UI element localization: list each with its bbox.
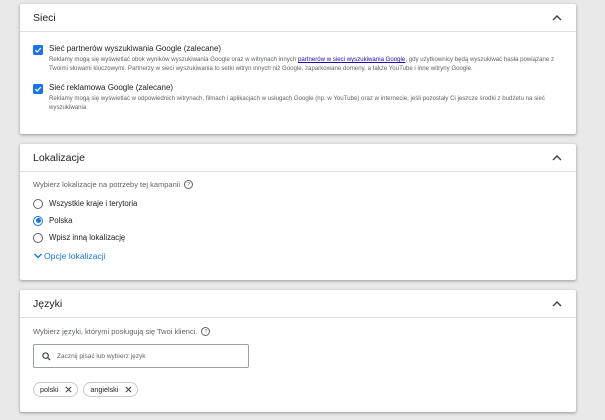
languages-header[interactable]: Języki [20,290,576,318]
networks-title: Sieci [33,11,56,24]
close-icon[interactable] [125,386,132,393]
languages-hint: Wybierz języki, którymi posługują się Tw… [33,327,563,336]
location-options-toggle[interactable]: Opcje lokalizacji [33,251,563,261]
locations-hint: Wybierz lokalizacje na potrzeby tej kamp… [33,180,563,189]
location-options-label: Opcje lokalizacji [44,251,106,261]
search-partners-link[interactable]: partnerów w sieci wyszukiwania Google [298,56,405,63]
languages-title: Języki [33,297,63,310]
search-partners-description: Reklamy mogą się wyświetlać obok wyników… [49,56,555,72]
search-icon [42,351,51,361]
locations-header[interactable]: Lokalizacje [20,144,576,172]
languages-hint-text: Wybierz języki, którymi posługują się Tw… [33,327,198,336]
chevron-down-icon [33,251,43,261]
close-icon[interactable] [65,386,72,393]
chip-label: angielski [90,385,119,394]
display-network-checkbox[interactable] [33,84,43,94]
language-chips: polski angielski [33,382,563,397]
location-option-label: Wszystkie kraje i terytoria [49,199,138,208]
display-network-label: Sieć reklamowa Google (zalecane) [49,83,174,92]
network-option-search: Sieć partnerów wyszukiwania Google (zale… [33,43,563,73]
networks-header[interactable]: Sieci [20,4,576,32]
location-option-label: Polska [49,216,73,225]
location-option-other[interactable]: Wpisz inną lokalizację [33,229,563,246]
help-icon[interactable]: ? [201,327,211,336]
language-chip-english: angielski [83,382,139,397]
networks-card: Sieci Sieć partnerów wyszukiwania Google… [20,4,576,134]
radio-all-countries[interactable] [33,198,43,209]
chevron-up-icon[interactable] [550,11,564,25]
languages-card: Języki Wybierz języki, którymi posługują… [20,290,576,412]
network-option-display: Sieć reklamowa Google (zalecane) Reklamy… [33,82,563,112]
language-search-input[interactable] [57,352,227,360]
location-option-all[interactable]: Wszystkie kraje i terytoria [33,195,563,212]
chip-label: polski [40,385,59,394]
search-partners-label: Sieć partnerów wyszukiwania Google (zale… [49,44,222,53]
display-network-description: Reklamy mogą się wyświetlać w odpowiedni… [49,95,545,111]
locations-hint-text: Wybierz lokalizacje na potrzeby tej kamp… [33,180,181,189]
language-chip-polish: polski [33,382,79,397]
radio-poland[interactable] [33,215,43,226]
chevron-up-icon[interactable] [550,151,564,165]
help-icon[interactable]: ? [184,180,194,189]
radio-other-location[interactable] [33,232,43,243]
chevron-up-icon[interactable] [550,297,564,311]
language-search[interactable] [33,344,249,368]
search-partners-checkbox[interactable] [33,45,43,55]
location-option-poland[interactable]: Polska [33,212,563,229]
locations-card: Lokalizacje Wybierz lokalizacje na potrz… [20,144,576,280]
location-option-label: Wpisz inną lokalizację [49,233,126,242]
locations-title: Lokalizacje [33,151,85,164]
